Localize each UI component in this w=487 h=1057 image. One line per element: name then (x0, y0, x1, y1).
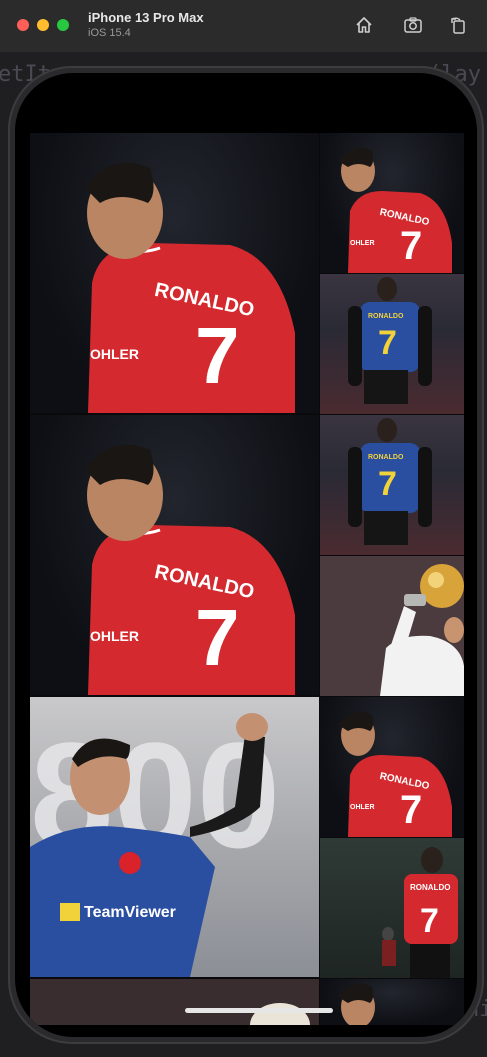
trophy-photo (250, 1003, 310, 1025)
screenshot-button[interactable] (401, 13, 425, 37)
os-version: iOS 15.4 (88, 27, 131, 39)
red-jersey-photo: RONALDO 7 OHLER (338, 147, 452, 273)
red-jersey-photo: RONALDO 7 OHLER (338, 711, 452, 837)
rotate-icon (451, 17, 465, 34)
sponsor-text: OHLER (90, 346, 139, 362)
sponsor-text: OHLER (90, 628, 139, 644)
jersey-number-text: 7 (195, 311, 240, 400)
photo-tile[interactable]: RONALDO 7 (320, 838, 464, 978)
device-name: iPhone 13 Pro Max (88, 10, 204, 25)
photo-tile[interactable]: RONALDO 7 OHLER (320, 697, 464, 837)
red-jersey-photo (338, 983, 375, 1025)
photo-tile[interactable]: RONALDO 7 OHLER (30, 415, 319, 695)
home-indicator[interactable] (185, 1008, 333, 1013)
jersey-number-text: 7 (195, 593, 240, 682)
simulator-titlebar: iPhone 13 Pro Max iOS 15.4 (0, 0, 487, 53)
jersey-name-text: RONALDO (410, 883, 450, 892)
blue-jersey-photo: RONALDO 7 (348, 277, 432, 404)
photo-tile[interactable]: 800 TeamViewer (30, 697, 319, 977)
jersey-name-text: RONALDO (368, 313, 404, 320)
sponsor-text: OHLER (350, 240, 375, 247)
jersey-number-text: 7 (400, 224, 422, 268)
photo-grid-screen[interactable]: RONALDO 7 OHLER RONALDO 7 OHLER RONALDO … (30, 133, 464, 1025)
home-icon (356, 17, 372, 33)
home-button[interactable] (352, 13, 376, 37)
photo-tile[interactable] (320, 556, 464, 696)
jersey-number-text: 7 (400, 788, 422, 832)
jersey-name-text: RONALDO (368, 454, 404, 461)
zoom-window-button[interactable] (57, 19, 69, 31)
celebration-photo: 800 TeamViewer (30, 711, 280, 977)
sponsor-text: TeamViewer (84, 904, 176, 921)
close-window-button[interactable] (17, 19, 29, 31)
iphone-screen-bezel: RONALDO 7 OHLER RONALDO 7 OHLER RONALDO … (15, 73, 477, 1037)
photo-tile[interactable]: RONALDO 7 OHLER (30, 133, 319, 413)
sponsor-text: OHLER (350, 804, 375, 811)
jersey-number-text: 7 (378, 465, 397, 503)
photo-tile[interactable]: RONALDO 7 (320, 415, 464, 555)
window-title: iPhone 13 Pro Max iOS 15.4 (88, 10, 204, 40)
blue-jersey-photo: RONALDO 7 (348, 418, 432, 545)
photo-tile[interactable] (30, 979, 319, 1025)
red-jersey-photo: RONALDO 7 OHLER (85, 444, 295, 695)
red-jersey-photo: RONALDO 7 OHLER (85, 162, 295, 413)
jersey-number-text: 7 (420, 902, 439, 940)
jersey-number-text: 7 (378, 324, 397, 362)
trophy-photo (320, 556, 464, 696)
photo-tile[interactable]: RONALDO 7 (320, 274, 464, 414)
photo-tile[interactable]: RONALDO 7 OHLER (320, 133, 464, 273)
minimize-window-button[interactable] (37, 19, 49, 31)
screenshot-icon (404, 17, 422, 33)
stadium-photo: RONALDO 7 (382, 847, 458, 978)
photo-tile[interactable] (320, 979, 464, 1025)
iphone-frame: RONALDO 7 OHLER RONALDO 7 OHLER RONALDO … (8, 66, 484, 1044)
rotate-button[interactable] (446, 13, 470, 37)
